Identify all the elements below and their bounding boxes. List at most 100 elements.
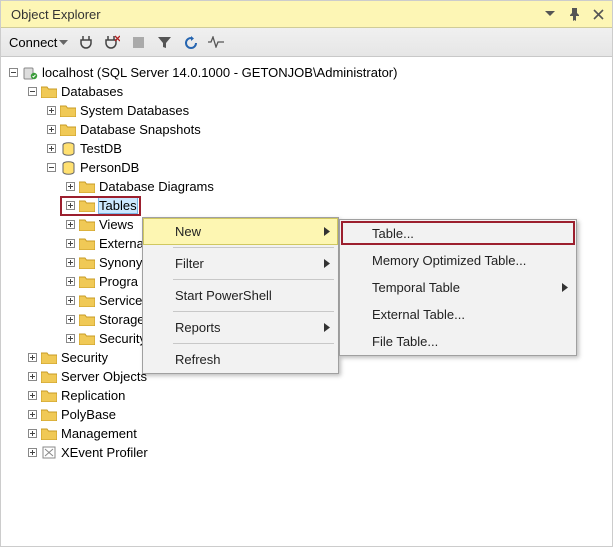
expand-icon[interactable] (64, 181, 76, 193)
tree-label: Database Diagrams (99, 179, 214, 194)
tree-tables[interactable]: Tables (1, 196, 612, 215)
panel-title: Object Explorer (11, 7, 542, 22)
tree-label: Storage (99, 312, 145, 327)
collapse-icon[interactable] (7, 67, 19, 79)
folder-icon (59, 103, 77, 119)
folder-icon (78, 312, 96, 328)
server-icon (21, 65, 39, 81)
submenu-arrow-icon (562, 283, 568, 292)
tree-label: TestDB (80, 141, 122, 156)
submenu-arrow-icon (324, 227, 330, 236)
panel-titlebar: Object Explorer (1, 1, 612, 28)
tree-management[interactable]: Management (1, 424, 612, 443)
connect-button[interactable]: Connect (5, 33, 72, 52)
tree-label: Security (61, 350, 108, 365)
expand-icon[interactable] (26, 447, 38, 459)
tree-label: Databases (61, 84, 123, 99)
tree-label: Replication (61, 388, 125, 403)
ctx-label: Start PowerShell (175, 288, 272, 303)
folder-icon (78, 255, 96, 271)
expand-icon[interactable] (64, 219, 76, 231)
database-icon (59, 160, 77, 176)
disconnect-plug-icon[interactable] (100, 30, 124, 54)
folder-icon (40, 350, 58, 366)
ctx-label: New (175, 224, 201, 239)
ctx-label: Refresh (175, 352, 221, 367)
expand-icon[interactable] (64, 333, 76, 345)
tree-label: Externa (99, 236, 144, 251)
database-icon (59, 141, 77, 157)
folder-icon (78, 274, 96, 290)
expand-icon[interactable] (26, 390, 38, 402)
tree-polybase[interactable]: PolyBase (1, 405, 612, 424)
expand-icon[interactable] (64, 200, 76, 212)
folder-icon (59, 122, 77, 138)
tree-server[interactable]: localhost (SQL Server 14.0.1000 - GETONJ… (1, 63, 612, 82)
stop-icon[interactable] (126, 30, 150, 54)
separator (173, 247, 334, 248)
expand-icon[interactable] (64, 238, 76, 250)
filter-icon[interactable] (152, 30, 176, 54)
expand-icon[interactable] (26, 371, 38, 383)
expand-icon[interactable] (45, 105, 57, 117)
ctx-label: External Table... (372, 307, 465, 322)
activity-icon[interactable] (204, 30, 228, 54)
context-menu: New Filter Start PowerShell Reports Refr… (142, 217, 339, 374)
expand-icon[interactable] (64, 314, 76, 326)
tree-label: Tables (99, 198, 137, 213)
collapse-icon[interactable] (45, 162, 57, 174)
close-icon[interactable] (590, 6, 606, 22)
ctx-label: Table... (372, 226, 414, 241)
ctx-new[interactable]: New (143, 218, 338, 245)
ctx-refresh[interactable]: Refresh (143, 346, 338, 373)
tree-label: Progra (99, 274, 138, 289)
pin-icon[interactable] (566, 6, 582, 22)
submenu-arrow-icon (324, 259, 330, 268)
tree-system-databases[interactable]: System Databases (1, 101, 612, 120)
tree-label: Service (99, 293, 142, 308)
folder-icon (40, 426, 58, 442)
expand-icon[interactable] (26, 352, 38, 364)
tree-databases[interactable]: Databases (1, 82, 612, 101)
collapse-icon[interactable] (26, 86, 38, 98)
expand-icon[interactable] (45, 143, 57, 155)
tree-testdb[interactable]: TestDB (1, 139, 612, 158)
expand-icon[interactable] (64, 276, 76, 288)
tree-label: Security (99, 331, 146, 346)
ctx-filter[interactable]: Filter (143, 250, 338, 277)
tree-replication[interactable]: Replication (1, 386, 612, 405)
tree-label: Synony (99, 255, 142, 270)
tree-label: PersonDB (80, 160, 139, 175)
refresh-icon[interactable] (178, 30, 202, 54)
ctx-label: Memory Optimized Table... (372, 253, 526, 268)
expand-icon[interactable] (64, 257, 76, 269)
ctx-file-table[interactable]: File Table... (340, 328, 576, 355)
folder-icon (40, 407, 58, 423)
tree-label: Server Objects (61, 369, 147, 384)
tree-persondb[interactable]: PersonDB (1, 158, 612, 177)
expand-icon[interactable] (26, 409, 38, 421)
dropdown-icon[interactable] (542, 6, 558, 22)
ctx-reports[interactable]: Reports (143, 314, 338, 341)
tree-xevent[interactable]: XEvent Profiler (1, 443, 612, 462)
folder-icon (78, 293, 96, 309)
tree-label: localhost (SQL Server 14.0.1000 - GETONJ… (42, 65, 397, 80)
context-submenu: Table... Memory Optimized Table... Tempo… (339, 219, 577, 356)
ctx-powershell[interactable]: Start PowerShell (143, 282, 338, 309)
folder-icon (78, 217, 96, 233)
tree-database-snapshots[interactable]: Database Snapshots (1, 120, 612, 139)
ctx-temporal[interactable]: Temporal Table (340, 274, 576, 301)
expand-icon[interactable] (26, 428, 38, 440)
toolbar: Connect (1, 28, 612, 57)
ctx-external-table[interactable]: External Table... (340, 301, 576, 328)
tree-database-diagrams[interactable]: Database Diagrams (1, 177, 612, 196)
expand-icon[interactable] (45, 124, 57, 136)
expand-icon[interactable] (64, 295, 76, 307)
ctx-label: Reports (175, 320, 221, 335)
tree-label: System Databases (80, 103, 189, 118)
connect-plug-icon[interactable] (74, 30, 98, 54)
tree-label: Management (61, 426, 137, 441)
ctx-memory-optimized[interactable]: Memory Optimized Table... (340, 247, 576, 274)
ctx-table[interactable]: Table... (340, 220, 576, 247)
ctx-label: File Table... (372, 334, 438, 349)
